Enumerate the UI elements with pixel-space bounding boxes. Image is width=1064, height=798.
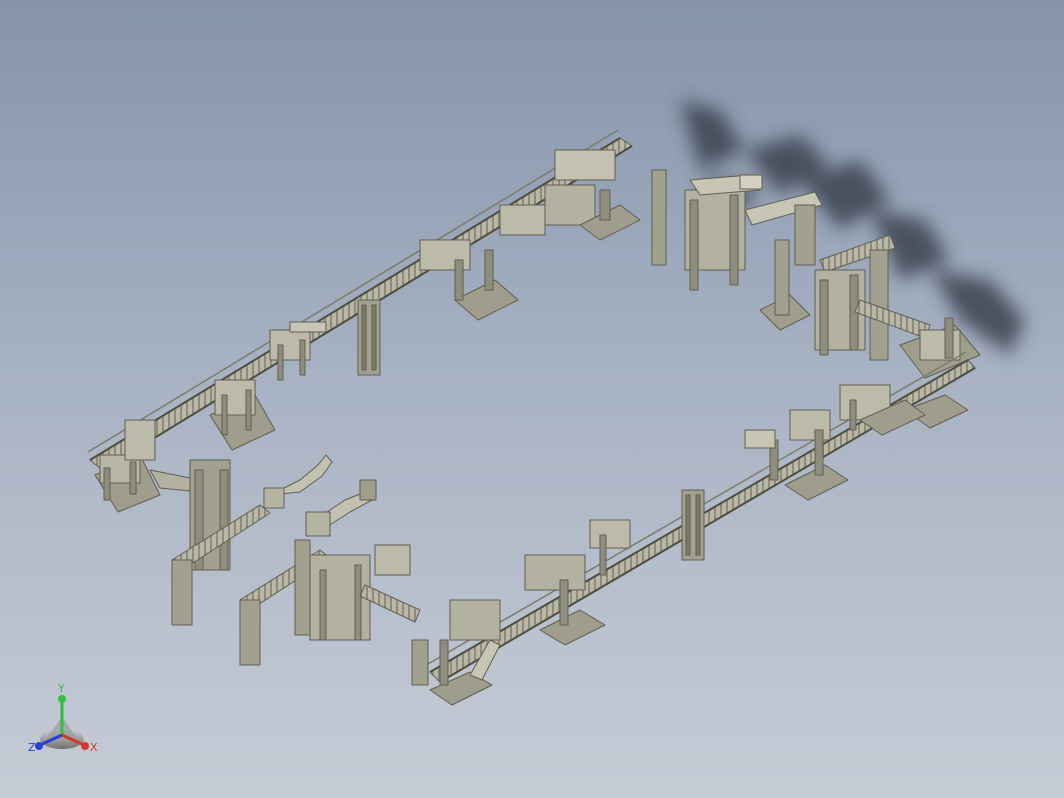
triad-x-tip bbox=[81, 742, 89, 750]
gantry-station-top[interactable] bbox=[651, 169, 811, 331]
cad-viewport[interactable]: Y X Z bbox=[0, 0, 1064, 798]
station-2[interactable] bbox=[209, 379, 276, 451]
pillar-2[interactable] bbox=[681, 489, 705, 561]
station-4[interactable] bbox=[419, 239, 519, 321]
triad-y-tip bbox=[58, 695, 66, 703]
station-1[interactable] bbox=[94, 419, 161, 513]
triad-y-label: Y bbox=[57, 682, 65, 695]
station-8[interactable] bbox=[524, 519, 631, 646]
triad-x-label: X bbox=[90, 741, 98, 754]
station-3[interactable] bbox=[269, 321, 327, 381]
model-canvas[interactable]: Y X Z bbox=[0, 0, 1064, 798]
triad-z-label: Z bbox=[28, 741, 36, 754]
robot-cell[interactable] bbox=[149, 454, 421, 666]
triad-z-tip bbox=[35, 742, 43, 750]
station-5[interactable] bbox=[499, 149, 641, 241]
station-9[interactable] bbox=[411, 599, 501, 706]
view-triad[interactable]: Y X Z bbox=[28, 682, 98, 754]
pillar-1[interactable] bbox=[357, 299, 381, 376]
